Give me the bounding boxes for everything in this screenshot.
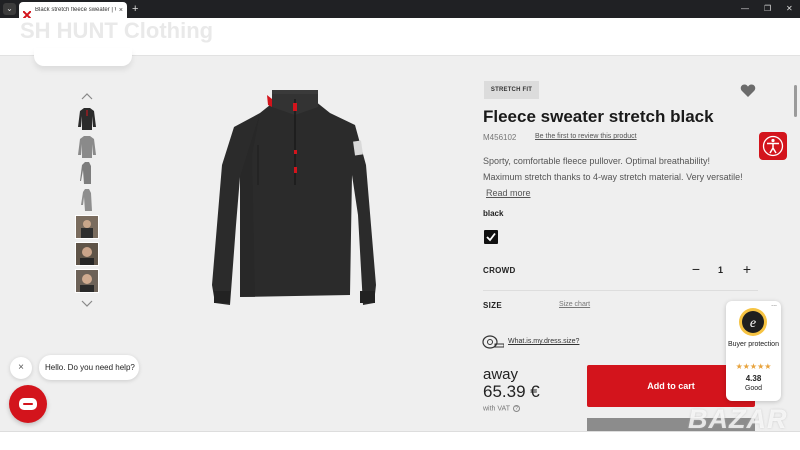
accessibility-button[interactable] <box>759 132 787 160</box>
color-swatch-black[interactable] <box>484 230 498 244</box>
chevron-down-icon[interactable] <box>81 298 93 308</box>
thumbnail-photo-1[interactable] <box>75 215 99 239</box>
svg-text:e: e <box>750 316 756 331</box>
chat-close-icon[interactable]: × <box>10 357 32 379</box>
rating-score: 4.38 <box>745 374 762 383</box>
maximize-button[interactable]: ❐ <box>764 2 771 16</box>
quantity-value[interactable]: 1 <box>718 265 723 275</box>
size-chart-link[interactable]: Size chart <box>559 301 590 308</box>
tab-title: Black stretch fleece sweater | Wo... <box>35 7 116 13</box>
brand-logo[interactable]: SH HUNT Clothing <box>20 18 213 44</box>
window-close-button[interactable]: ✕ <box>786 2 793 16</box>
product-sku: M456102 <box>483 133 517 142</box>
product-description-line2: Maximum stretch thanks to 4-way stretch … <box>483 172 743 182</box>
checkmark-icon <box>486 232 496 242</box>
rating-grade: Good <box>744 385 763 392</box>
chat-icon <box>19 398 37 410</box>
shield-seal-icon: e <box>739 308 767 336</box>
quantity-increase-button[interactable]: + <box>741 262 753 277</box>
browser-chrome: ⌄ Black stretch fleece sweater | Wo... ×… <box>0 0 800 20</box>
chevron-up-icon[interactable] <box>81 92 93 102</box>
chat-greeting[interactable]: Hello. Do you need help? <box>39 355 139 380</box>
favicon-icon <box>22 6 32 20</box>
stretch-fit-badge: STRETCH FIT <box>484 81 539 99</box>
rating-stars: ★★★★★ <box>735 362 772 371</box>
color-name: black <box>483 209 504 218</box>
info-icon[interactable]: ? <box>512 405 520 412</box>
vat-note-text: with VAT <box>483 405 510 413</box>
thumbnail-photo-3[interactable] <box>75 269 99 293</box>
minimize-button[interactable]: — <box>741 2 749 16</box>
buyer-protection-label: Buyer protection <box>728 341 779 348</box>
tab-close-icon[interactable]: × <box>119 7 123 14</box>
product-title: Fleece sweater stretch black <box>483 107 714 126</box>
heart-icon[interactable] <box>740 84 756 98</box>
thumbnail-side-grey[interactable] <box>75 161 99 185</box>
product-main-image <box>212 90 376 305</box>
accessibility-icon <box>762 135 784 157</box>
measuring-tape-icon <box>482 335 504 349</box>
scrollbar-thumb[interactable] <box>794 85 797 117</box>
buyer-protection-widget[interactable]: ... e Buyer protection ★★★★★ 4.38 Good <box>726 301 781 401</box>
product-description-line1: Sporty, comfortable fleece pullover. Opt… <box>483 156 710 166</box>
review-link[interactable]: Be the first to review this product <box>535 133 637 140</box>
thumbnail-front-black[interactable] <box>75 107 99 131</box>
chat-button[interactable] <box>9 385 47 423</box>
widget-menu-icon[interactable]: ... <box>771 301 777 308</box>
thumbnail-back-grey[interactable] <box>75 135 99 159</box>
divider <box>483 290 758 291</box>
thumbnail-side-grey-2[interactable] <box>75 188 99 212</box>
tab-menu-button[interactable]: ⌄ <box>3 3 16 15</box>
site-header: SH HUNT Clothing <box>0 18 800 66</box>
vat-note: with VAT? <box>483 405 520 412</box>
quantity-label: CROWD <box>483 266 516 275</box>
thumbnail-photo-2[interactable] <box>75 242 99 266</box>
new-tab-button[interactable]: + <box>132 2 138 16</box>
price-prefix: away <box>483 366 519 383</box>
size-label: SIZE <box>483 301 502 310</box>
watermark: BAZAR <box>688 404 788 434</box>
quantity-decrease-button[interactable]: − <box>690 262 702 277</box>
browser-tab[interactable]: Black stretch fleece sweater | Wo... × <box>19 2 127 20</box>
product-price: 65.39 € <box>483 382 540 401</box>
dress-size-link[interactable]: What.is.my.dress.size? <box>508 338 579 345</box>
read-more-link[interactable]: Read more <box>486 188 531 198</box>
page-footer-strip <box>0 431 800 450</box>
header-dropdown-tab[interactable] <box>34 48 132 66</box>
